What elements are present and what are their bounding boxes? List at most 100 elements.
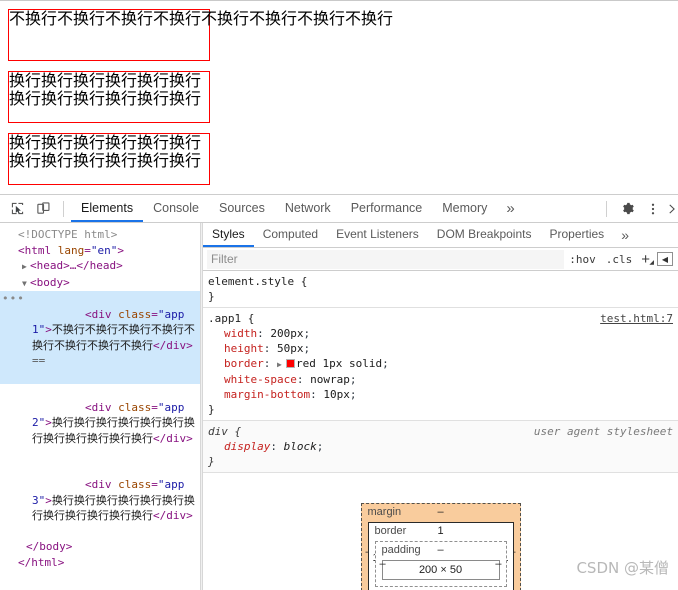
html-lang-attr-value: "en" <box>90 243 118 257</box>
css-origin-link[interactable]: test.html:7 <box>600 311 673 326</box>
padding-left-value[interactable]: – <box>380 558 386 570</box>
element-style-close: } <box>208 290 215 303</box>
decl-white-space-value[interactable]: nowrap <box>310 373 350 386</box>
app2-attr-name: class <box>118 400 152 414</box>
margin-top-value[interactable]: – <box>437 506 443 518</box>
collapse-triangle-icon[interactable]: ▼ <box>22 276 30 292</box>
device-toolbar-icon[interactable] <box>30 196 56 222</box>
tab-dom-breakpoints[interactable]: DOM Breakpoints <box>428 223 541 247</box>
tab-styles[interactable]: Styles <box>203 223 254 247</box>
border-label: border <box>374 525 407 537</box>
expand-triangle-icon[interactable]: ▶ <box>22 259 30 275</box>
toolbar-right-group <box>599 196 678 222</box>
element-style-selector: element.style { <box>208 275 308 288</box>
padding-right-value[interactable]: – <box>495 558 501 570</box>
dom-line-body-open[interactable]: ▼ <body> <box>0 275 200 292</box>
decl-display-prop: display <box>224 440 271 453</box>
tab-sources[interactable]: Sources <box>209 195 275 222</box>
dom-line-body-close: </body> <box>0 539 200 555</box>
html-tag-name: html <box>24 243 52 257</box>
box-model-padding[interactable]: padding – – – 200 × 50 <box>374 541 507 587</box>
filter-input[interactable] <box>207 249 565 269</box>
more-tabs-chevron-icon[interactable]: » <box>497 195 523 222</box>
devtools-tab-list: Elements Console Sources Network Perform… <box>71 195 599 222</box>
css-rule-div-ua[interactable]: user agent stylesheet div { display: blo… <box>203 421 678 473</box>
decl-margin-bottom-prop: margin-bottom <box>224 388 311 401</box>
decl-height-value[interactable]: 50px <box>277 342 304 355</box>
computed-styles-sidebar-toggle[interactable]: ◀ <box>657 252 673 266</box>
tab-elements[interactable]: Elements <box>71 195 144 222</box>
decl-height-prop: height <box>224 342 264 355</box>
devtools-body: <!DOCTYPE html> <html lang="en"> ▶ <head>… <box>0 223 678 590</box>
css-rule-element-style[interactable]: element.style { } <box>203 271 678 308</box>
padding-label: padding <box>381 544 421 556</box>
plus-caret-icon: ◢ <box>649 259 654 266</box>
styles-tab-list: Styles Computed Event Listeners DOM Brea… <box>203 223 678 248</box>
decl-border-value[interactable]: red 1px solid <box>296 357 382 370</box>
decl-width-value[interactable]: 200px <box>270 327 303 340</box>
app2-tag: div <box>91 400 112 414</box>
page-viewport: 不换行不换行不换行不换行不换行不换行不换行不换行 换行换行换行换行换行换行换行换… <box>0 0 678 194</box>
demo-box-app1: 不换行不换行不换行不换行不换行不换行不换行不换行 <box>8 9 393 61</box>
border-top-value[interactable]: 1 <box>437 525 443 537</box>
dom-line-head[interactable]: ▶ <head>…</head> <box>0 258 200 275</box>
new-style-rule-button[interactable]: + ◢ <box>637 252 654 267</box>
decl-display: display: block; <box>224 440 324 453</box>
toolbar-divider-right <box>606 200 607 217</box>
dom-tree-pane[interactable]: <!DOCTYPE html> <html lang="en"> ▶ <head>… <box>0 223 200 590</box>
dom-node-app2[interactable]: <div class="app2">换行换行换行换行换行换行换行换行换行换行换行… <box>0 384 200 462</box>
dom-line-doctype: <!DOCTYPE html> <box>0 227 200 243</box>
dom-node-app1[interactable]: ••• <div class="app1">不换行不换行不换行不换行不换行不换行不… <box>0 291 200 384</box>
devtools-panel: Elements Console Sources Network Perform… <box>0 194 678 590</box>
app1-close: } <box>208 403 215 416</box>
app3-tag: div <box>91 478 112 491</box>
tab-computed[interactable]: Computed <box>254 223 327 247</box>
margin-label: margin <box>367 506 402 518</box>
doctype-text: <!DOCTYPE html> <box>18 228 118 241</box>
html-lang-attr-name: lang <box>57 243 85 257</box>
padding-top-value[interactable]: – <box>437 544 443 556</box>
dom-line-html-close: </html> <box>0 555 200 571</box>
close-arrow-icon[interactable] <box>666 196 678 222</box>
css-rules-list: element.style { } test.html:7 .app1 { wi… <box>203 271 678 473</box>
head-collapsed-text: <head>…</head> <box>30 259 123 272</box>
decl-border-prop: border <box>224 357 264 370</box>
body-open-text: <body> <box>30 275 70 289</box>
dom-line-html-open[interactable]: <html lang="en"> <box>0 243 200 259</box>
decl-display-value: block <box>283 440 317 453</box>
tab-performance[interactable]: Performance <box>341 195 433 222</box>
hov-toggle-button[interactable]: :hov <box>564 253 601 266</box>
tab-network[interactable]: Network <box>275 195 341 222</box>
app3-attr-name: class <box>118 478 152 491</box>
border-expand-triangle-icon[interactable]: ▶ <box>277 357 285 372</box>
decl-margin-bottom[interactable]: margin-bottom: 10px; <box>208 387 678 402</box>
box-model-content-size[interactable]: 200 × 50 <box>381 560 500 580</box>
color-swatch-red[interactable] <box>286 359 295 368</box>
toolbar-divider <box>63 200 64 217</box>
decl-white-space[interactable]: white-space: nowrap; <box>208 372 678 387</box>
box-model-area: margin – – – border 1 1 1 padding – <box>203 473 678 590</box>
decl-margin-bottom-value[interactable]: 10px <box>323 388 350 401</box>
gear-icon[interactable] <box>614 196 640 222</box>
devtools-toolbar: Elements Console Sources Network Perform… <box>0 195 678 223</box>
tab-console[interactable]: Console <box>143 195 209 222</box>
tab-memory[interactable]: Memory <box>432 195 497 222</box>
selected-marker: == <box>32 354 46 367</box>
div-close: } <box>208 455 215 468</box>
styles-more-tabs-chevron-icon[interactable]: » <box>613 223 637 247</box>
box-model-diagram[interactable]: margin – – – border 1 1 1 padding – <box>360 503 521 590</box>
box-model-border[interactable]: border 1 1 1 padding – – – 200 × 50 <box>367 522 514 590</box>
kebab-menu-icon[interactable] <box>640 196 666 222</box>
tab-event-listeners[interactable]: Event Listeners <box>327 223 428 247</box>
page-content: 不换行不换行不换行不换行不换行不换行不换行不换行 换行换行换行换行换行换行换行换… <box>0 1 678 194</box>
dom-node-app3[interactable]: <div class="app3">换行换行换行换行换行换行换行换行换行换行换行… <box>0 462 200 540</box>
tab-properties[interactable]: Properties <box>540 223 613 247</box>
decl-height[interactable]: height: 50px; <box>208 341 678 356</box>
decl-border[interactable]: border: ▶ red 1px solid; <box>208 356 678 372</box>
inspect-element-icon[interactable] <box>4 196 30 222</box>
box-model-margin[interactable]: margin – – – border 1 1 1 padding – <box>360 503 521 590</box>
decl-width[interactable]: width: 200px; <box>208 326 678 341</box>
cls-toggle-button[interactable]: .cls <box>601 253 638 266</box>
css-rule-app1[interactable]: test.html:7 .app1 { width: 200px; height… <box>203 308 678 421</box>
node-dots-icon[interactable]: ••• <box>2 291 25 307</box>
